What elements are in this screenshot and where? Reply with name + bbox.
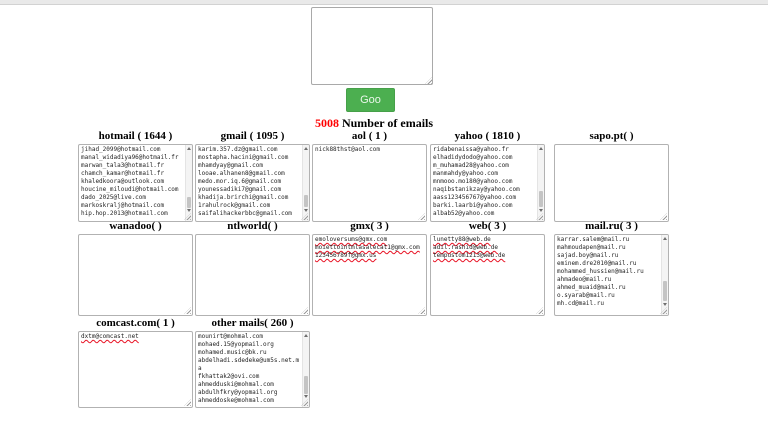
email-list: dxtm@comcast.net xyxy=(81,333,139,340)
scroll-down-icon[interactable] xyxy=(304,209,308,212)
comcast-textarea[interactable]: dxtm@comcast.net xyxy=(78,331,193,408)
email-list: mounirt@mohmal.com mohaed.15@yopmail.org… xyxy=(198,333,300,404)
group-title-mailru: mail.ru( 3 ) xyxy=(585,220,638,232)
email-list: nick88thst@aol.com xyxy=(315,146,381,153)
email-group-web: web( 3 ) lunetty88@web.de adil.rashid@we… xyxy=(430,220,545,316)
group-title-other: other mails( 260 ) xyxy=(211,317,294,329)
scrollbar[interactable] xyxy=(302,332,309,407)
email-list: lunetty88@web.de adil.rashid@web.de temp… xyxy=(433,236,506,259)
wanadoo-textarea[interactable] xyxy=(78,234,193,316)
scrollbar[interactable] xyxy=(661,235,668,315)
group-title-sapo: sapo.pt( ) xyxy=(589,130,634,142)
email-group-hotmail: hotmail ( 1644 ) jihad_2099@hotmail.com … xyxy=(78,130,193,222)
email-group-ntlworld: ntlworld( ) xyxy=(195,220,310,316)
email-input-textarea[interactable] xyxy=(311,7,433,85)
gmx-textarea[interactable]: emoloversums@gmx.com moiettointmlasaleca… xyxy=(312,234,427,316)
email-group-gmx: gmx( 3 ) emoloversums@gmx.com moiettoint… xyxy=(312,220,427,316)
scrollbar[interactable] xyxy=(302,145,309,221)
scroll-down-icon[interactable] xyxy=(187,209,191,212)
email-count-value: 5008 xyxy=(314,116,339,130)
email-list: karrar.salem@mail.ru mahmoudapen@mail.ru… xyxy=(557,236,644,307)
mailru-textarea[interactable]: karrar.salem@mail.ru mahmoudapen@mail.ru… xyxy=(554,234,669,316)
email-group-aol: aol ( 1 ) nick88thst@aol.com xyxy=(312,130,427,222)
scroll-up-icon[interactable] xyxy=(304,147,308,150)
ntlworld-textarea[interactable] xyxy=(195,234,310,316)
scrollbar[interactable] xyxy=(537,145,544,221)
email-group-comcast: comcast.com( 1 ) dxtm@comcast.net xyxy=(78,317,193,408)
email-list xyxy=(196,235,309,315)
scrollbar-thumb[interactable] xyxy=(187,196,191,209)
group-title-web: web( 3 ) xyxy=(468,220,507,232)
email-group-sapo: sapo.pt( ) xyxy=(554,130,669,222)
yahoo-textarea[interactable]: ridabenaissa@yahoo.fr elhadidydodo@yahoo… xyxy=(430,144,545,222)
hotmail-textarea[interactable]: jihad_2099@hotmail.com manal_widadiya96@… xyxy=(78,144,193,222)
group-title-hotmail: hotmail ( 1644 ) xyxy=(98,130,173,142)
group-title-aol: aol ( 1 ) xyxy=(351,130,388,142)
main-input-wrapper xyxy=(311,7,433,85)
email-list xyxy=(555,145,668,221)
aol-textarea[interactable]: nick88thst@aol.com xyxy=(312,144,427,222)
scrollbar-thumb[interactable] xyxy=(663,281,667,301)
scrollbar-thumb[interactable] xyxy=(304,375,308,394)
page: Goo 5008 Number of emails hotmail ( 1644… xyxy=(0,0,768,434)
email-group-yahoo: yahoo ( 1810 ) ridabenaissa@yahoo.fr elh… xyxy=(430,130,545,222)
email-list: ridabenaissa@yahoo.fr elhadidydodo@yahoo… xyxy=(433,146,520,217)
scroll-up-icon[interactable] xyxy=(187,147,191,150)
email-group-other: other mails( 260 ) mounirt@mohmal.com mo… xyxy=(195,317,310,408)
scroll-down-icon[interactable] xyxy=(304,395,308,398)
email-list xyxy=(79,235,192,315)
gmail-textarea[interactable]: karim.357.dz@gmail.com mostapha.hacini@g… xyxy=(195,144,310,222)
email-list: karim.357.dz@gmail.com mostapha.hacini@g… xyxy=(198,146,292,217)
email-count-label: Number of emails xyxy=(341,116,434,130)
scrollbar-thumb[interactable] xyxy=(304,195,308,208)
go-button[interactable]: Goo xyxy=(346,88,395,112)
scrollbar-thumb[interactable] xyxy=(539,190,543,208)
group-title-gmail: gmail ( 1095 ) xyxy=(220,130,285,142)
email-list: jihad_2099@hotmail.com manal_widadiya96@… xyxy=(81,146,179,217)
group-title-ntlworld: ntlworld( ) xyxy=(227,220,278,232)
scroll-up-icon[interactable] xyxy=(663,237,667,240)
email-group-mailru: mail.ru( 3 ) karrar.salem@mail.ru mahmou… xyxy=(554,220,669,316)
group-title-yahoo: yahoo ( 1810 ) xyxy=(454,130,521,142)
scroll-down-icon[interactable] xyxy=(663,303,667,306)
top-divider-bar xyxy=(0,0,768,5)
group-title-wanadoo: wanadoo( ) xyxy=(109,220,162,232)
scroll-up-icon[interactable] xyxy=(539,147,543,150)
other-mails-textarea[interactable]: mounirt@mohmal.com mohaed.15@yopmail.org… xyxy=(195,331,310,408)
email-group-wanadoo: wanadoo( ) xyxy=(78,220,193,316)
scrollbar[interactable] xyxy=(185,145,192,221)
email-count-line: 5008 Number of emails xyxy=(0,116,748,131)
web-textarea[interactable]: lunetty88@web.de adil.rashid@web.de temp… xyxy=(430,234,545,316)
scroll-down-icon[interactable] xyxy=(539,209,543,212)
scroll-up-icon[interactable] xyxy=(304,334,308,337)
group-title-gmx: gmx( 3 ) xyxy=(350,220,389,232)
email-group-gmail: gmail ( 1095 ) karim.357.dz@gmail.com mo… xyxy=(195,130,310,222)
group-title-comcast: comcast.com( 1 ) xyxy=(96,317,175,329)
email-list: emoloversums@gmx.com moiettointmlasaleca… xyxy=(315,236,420,259)
sapo-textarea[interactable] xyxy=(554,144,669,222)
